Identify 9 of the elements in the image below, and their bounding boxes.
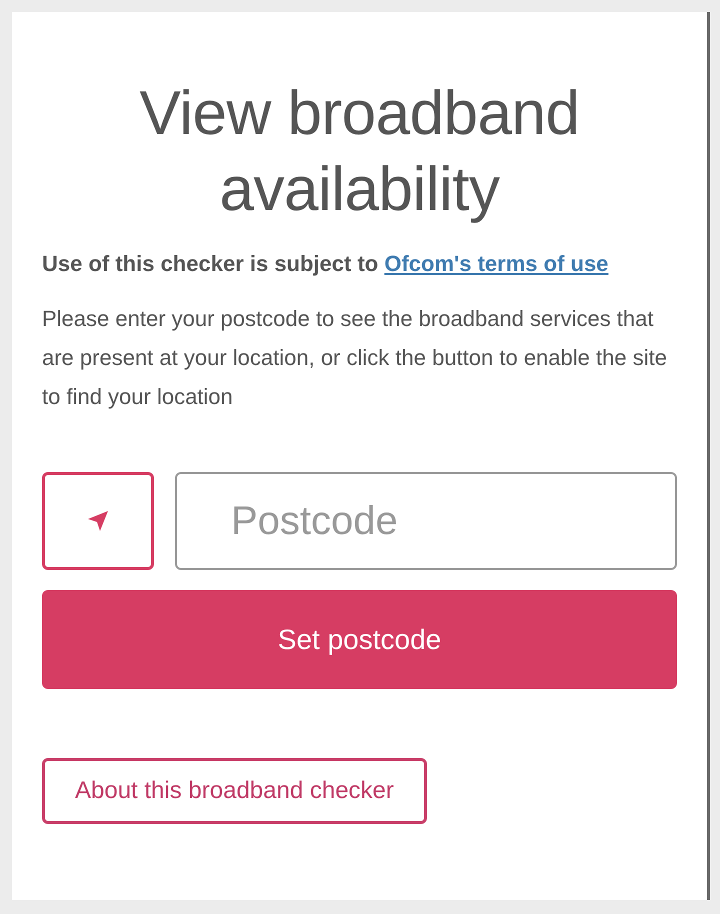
postcode-field[interactable]: Postcode	[175, 472, 677, 570]
set-postcode-button[interactable]: Set postcode	[42, 590, 677, 689]
page-title: View broadband availability	[138, 78, 580, 226]
location-button[interactable]	[42, 472, 154, 570]
about-button[interactable]: About this broadband checker	[42, 758, 427, 824]
terms-link[interactable]: Ofcom's terms of use	[384, 251, 608, 276]
intro-text: Please enter your postcode to see the broadband services that are present at your location, or click the button to enable the site to find your location	[42, 305, 668, 411]
location-arrow-icon	[86, 509, 110, 533]
terms-notice: Use of this checker is subject to Ofcom's terms of use	[42, 250, 610, 278]
